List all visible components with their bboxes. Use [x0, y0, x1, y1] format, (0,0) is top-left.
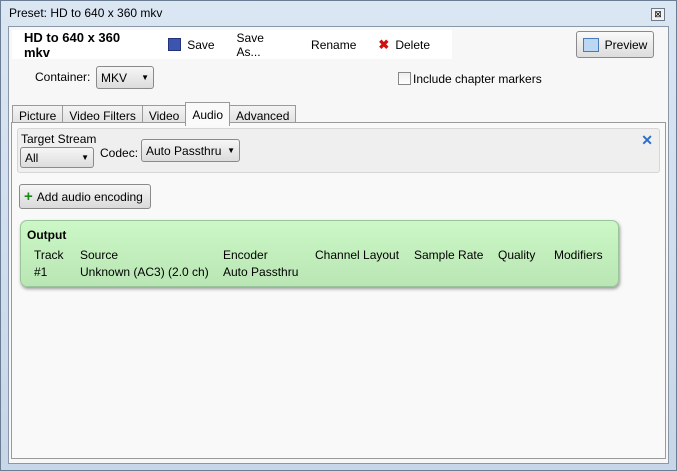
cell-track: #1 [34, 265, 48, 279]
preset-panel: HD to 640 x 360 mkv Save Save As... Rena… [8, 26, 669, 464]
header-track: Track [34, 248, 64, 262]
output-card[interactable]: Output Track Source Encoder Channel Layo… [20, 220, 619, 287]
tab-audio[interactable]: Audio [185, 102, 231, 126]
chevron-down-icon: ▼ [227, 146, 235, 155]
close-button[interactable]: ⊠ [651, 8, 665, 21]
preset-name: HD to 640 x 360 mkv [24, 29, 121, 60]
header-sample-rate: Sample Rate [414, 248, 484, 262]
codec-select[interactable]: Auto Passthru ▼ [141, 139, 240, 162]
cell-encoder: Auto Passthru [223, 265, 299, 279]
rename-button[interactable]: Rename [311, 38, 356, 52]
cell-source: Unknown (AC3) (2.0 ch) [80, 265, 209, 279]
chapter-markers-label: Include chapter markers [413, 72, 542, 86]
container-label: Container: [35, 70, 91, 84]
delete-label: Delete [395, 37, 430, 52]
target-stream-value: All [25, 150, 39, 165]
header-encoder: Encoder [223, 248, 268, 262]
save-button[interactable]: Save [168, 37, 215, 52]
target-stream-select[interactable]: All ▼ [20, 147, 94, 168]
chevron-down-icon: ▼ [141, 73, 149, 82]
output-title: Output [27, 228, 67, 242]
chapter-markers-checkbox[interactable] [398, 72, 411, 85]
codec-label: Codec: [100, 146, 139, 160]
toolbar: HD to 640 x 360 mkv Save Save As... Rena… [12, 29, 452, 60]
audio-stream-row: Target Stream All ▼ Codec: Auto Passthru ▼… [17, 128, 660, 173]
preview-button[interactable]: Preview [576, 31, 654, 58]
header-source: Source [80, 248, 119, 262]
floppy-icon [168, 38, 182, 51]
container-select[interactable]: MKV ▼ [96, 66, 154, 89]
audio-tab-panel: Target Stream All ▼ Codec: Auto Passthru ▼… [11, 122, 666, 459]
delete-button[interactable]: ✖ Delete [378, 37, 430, 53]
add-audio-label: Add audio encoding [36, 189, 143, 204]
plus-icon: + [24, 188, 33, 205]
chevron-down-icon: ▼ [81, 153, 89, 162]
preview-label: Preview [604, 37, 648, 52]
codec-value: Auto Passthru [146, 143, 222, 158]
header-channel-layout: Channel Layout [315, 248, 400, 262]
header-modifiers: Modifiers [554, 248, 603, 262]
add-audio-encoding-button[interactable]: + Add audio encoding [19, 184, 151, 209]
remove-stream-icon[interactable]: ✕ [641, 132, 653, 149]
preset-window: Preset: HD to 640 x 360 mkv ⊠ HD to 640 … [0, 0, 677, 471]
header-quality: Quality [498, 248, 536, 262]
window-title: Preset: HD to 640 x 360 mkv [9, 6, 163, 20]
save-label: Save [187, 37, 215, 52]
save-as-button[interactable]: Save As... [237, 31, 290, 59]
delete-icon: ✖ [378, 36, 390, 52]
target-stream-label: Target Stream [21, 132, 97, 146]
preview-icon [582, 37, 599, 52]
container-value: MKV [101, 70, 128, 85]
